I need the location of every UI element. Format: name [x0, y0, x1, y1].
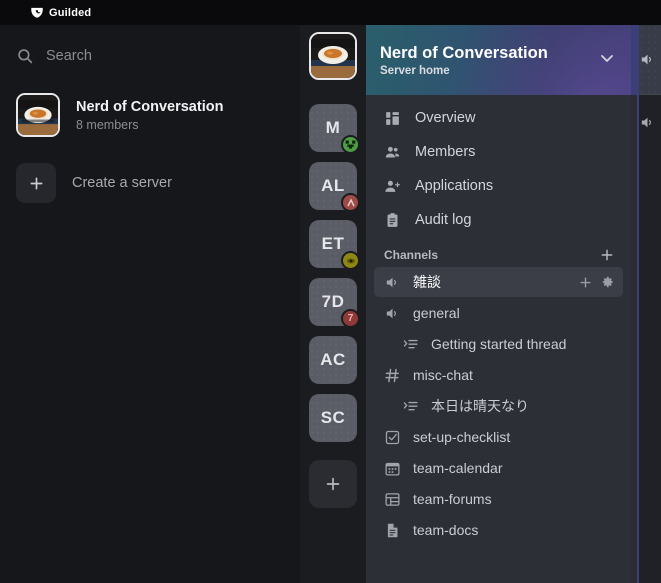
channel-item-general[interactable]: general — [374, 298, 623, 328]
thread-icon — [402, 336, 419, 353]
sidebar-item-label: Applications — [415, 178, 494, 194]
server-meta: Nerd of Conversation 8 members — [76, 99, 223, 132]
thread-item-getting-started[interactable]: Getting started thread — [374, 329, 623, 359]
rail-item-home[interactable] — [309, 32, 357, 80]
sidebar-item-label: Members — [415, 144, 476, 160]
channel-item-team-calendar[interactable]: team-calendar — [374, 453, 623, 483]
thread-icon — [402, 398, 419, 415]
audit-log-icon — [384, 212, 401, 229]
add-channel-button[interactable] — [599, 247, 615, 263]
server-avatar — [16, 93, 60, 137]
plus-icon — [309, 460, 357, 508]
server-name: Nerd of Conversation — [76, 98, 224, 115]
gear-icon[interactable] — [601, 275, 615, 289]
checklist-icon — [384, 429, 401, 446]
forum-icon — [384, 491, 401, 508]
server-header-title: Nerd of Conversation — [380, 43, 548, 62]
app-brand: Guilded — [30, 6, 91, 20]
channel-name: set-up-checklist — [413, 429, 511, 445]
rail-tile-label: AC — [309, 336, 357, 384]
overview-icon — [384, 110, 401, 127]
voice-channel-icon — [384, 274, 401, 291]
channels-section-header: Channels — [384, 247, 615, 263]
sidebar-item-applications[interactable]: Applications — [374, 169, 623, 203]
channel-content-peek-panel[interactable] — [631, 25, 661, 583]
server-member-count: 8 members — [76, 117, 139, 132]
sidebar-item-label: Audit log — [415, 212, 472, 228]
channel-actions — [578, 275, 615, 290]
main-body: Search Nerd of Conversation 8 members Cr… — [0, 25, 661, 583]
channel-name: Getting started thread — [431, 336, 567, 352]
plus-icon — [16, 163, 56, 203]
text-channel-icon — [384, 367, 401, 384]
channel-name: team-calendar — [413, 460, 503, 476]
rail-item-3[interactable]: 7D 7 — [309, 278, 360, 328]
server-list-item-nerd-of-conversation[interactable]: Nerd of Conversation 8 members — [12, 87, 288, 143]
sidebar-item-members[interactable]: Members — [374, 135, 623, 169]
sidebar-item-audit-log[interactable]: Audit log — [374, 203, 623, 237]
add-to-channel-button[interactable] — [578, 275, 593, 290]
channel-name: general — [413, 305, 460, 321]
rail-item-2[interactable]: ET — [309, 220, 360, 270]
server-header-text: Nerd of Conversation Server home — [380, 44, 548, 77]
channel-item-zatsudan[interactable]: 雑談 — [374, 267, 623, 297]
rail-badge-creeper-face — [341, 135, 360, 154]
rail-tile-label: SC — [309, 394, 357, 442]
channel-item-misc-chat[interactable]: misc-chat — [374, 360, 623, 390]
channel-sidebar: Nerd of Conversation Server home Overvie… — [366, 25, 631, 583]
sidebar-item-overview[interactable]: Overview — [374, 101, 623, 135]
server-rail: M AL ET 7D 7 AC SC — [300, 25, 366, 583]
channel-name: team-forums — [413, 491, 492, 507]
channel-item-team-docs[interactable]: team-docs — [374, 515, 623, 545]
guilded-shield-icon — [30, 6, 44, 20]
rail-item-4[interactable]: AC — [309, 336, 357, 384]
channels-section-title: Channels — [384, 248, 439, 262]
voice-channel-icon — [384, 305, 401, 322]
applications-icon — [384, 178, 401, 195]
calendar-icon — [384, 460, 401, 477]
create-server-label: Create a server — [72, 175, 172, 191]
guilded-app-window: Guilded Search Nerd of Conversation 8 me… — [0, 0, 661, 583]
peek-scroll-strip — [631, 95, 637, 583]
channel-item-team-forums[interactable]: team-forums — [374, 484, 623, 514]
search-icon — [16, 47, 34, 65]
chevron-down-icon[interactable] — [597, 48, 617, 73]
channel-name: team-docs — [413, 522, 479, 538]
rail-badge-arrow-mark — [341, 193, 360, 212]
servers-list-panel: Search Nerd of Conversation 8 members Cr… — [0, 25, 300, 583]
search-placeholder: Search — [46, 48, 92, 64]
channel-scroll-area[interactable]: Overview Members Applications Audit log … — [366, 95, 631, 583]
rail-add-server-button[interactable] — [309, 460, 357, 508]
rail-badge-eye-mark — [341, 251, 360, 270]
channel-name: 本日は晴天なり — [431, 398, 529, 414]
brand-label: Guilded — [49, 6, 92, 19]
rail-item-0[interactable]: M — [309, 104, 360, 154]
search-input[interactable]: Search — [16, 39, 284, 73]
server-header-subtitle: Server home — [380, 64, 450, 77]
members-icon — [384, 144, 401, 161]
rail-item-1[interactable]: AL — [309, 162, 360, 212]
voice-channel-icon — [639, 114, 656, 131]
rail-home-avatar — [309, 32, 357, 80]
thread-item-honjitsu[interactable]: 本日は晴天なり — [374, 391, 623, 421]
doc-icon — [384, 522, 401, 539]
voice-channel-icon — [639, 51, 656, 68]
title-bar: Guilded — [0, 0, 661, 25]
rail-item-5[interactable]: SC — [309, 394, 357, 442]
create-server-button[interactable]: Create a server — [12, 157, 288, 209]
sidebar-item-label: Overview — [415, 110, 476, 126]
channel-name: 雑談 — [413, 274, 441, 290]
server-header-banner[interactable]: Nerd of Conversation Server home — [366, 25, 631, 95]
rail-badge-count: 7 — [341, 309, 360, 328]
channel-name: misc-chat — [413, 367, 473, 383]
channel-item-set-up-checklist[interactable]: set-up-checklist — [374, 422, 623, 452]
